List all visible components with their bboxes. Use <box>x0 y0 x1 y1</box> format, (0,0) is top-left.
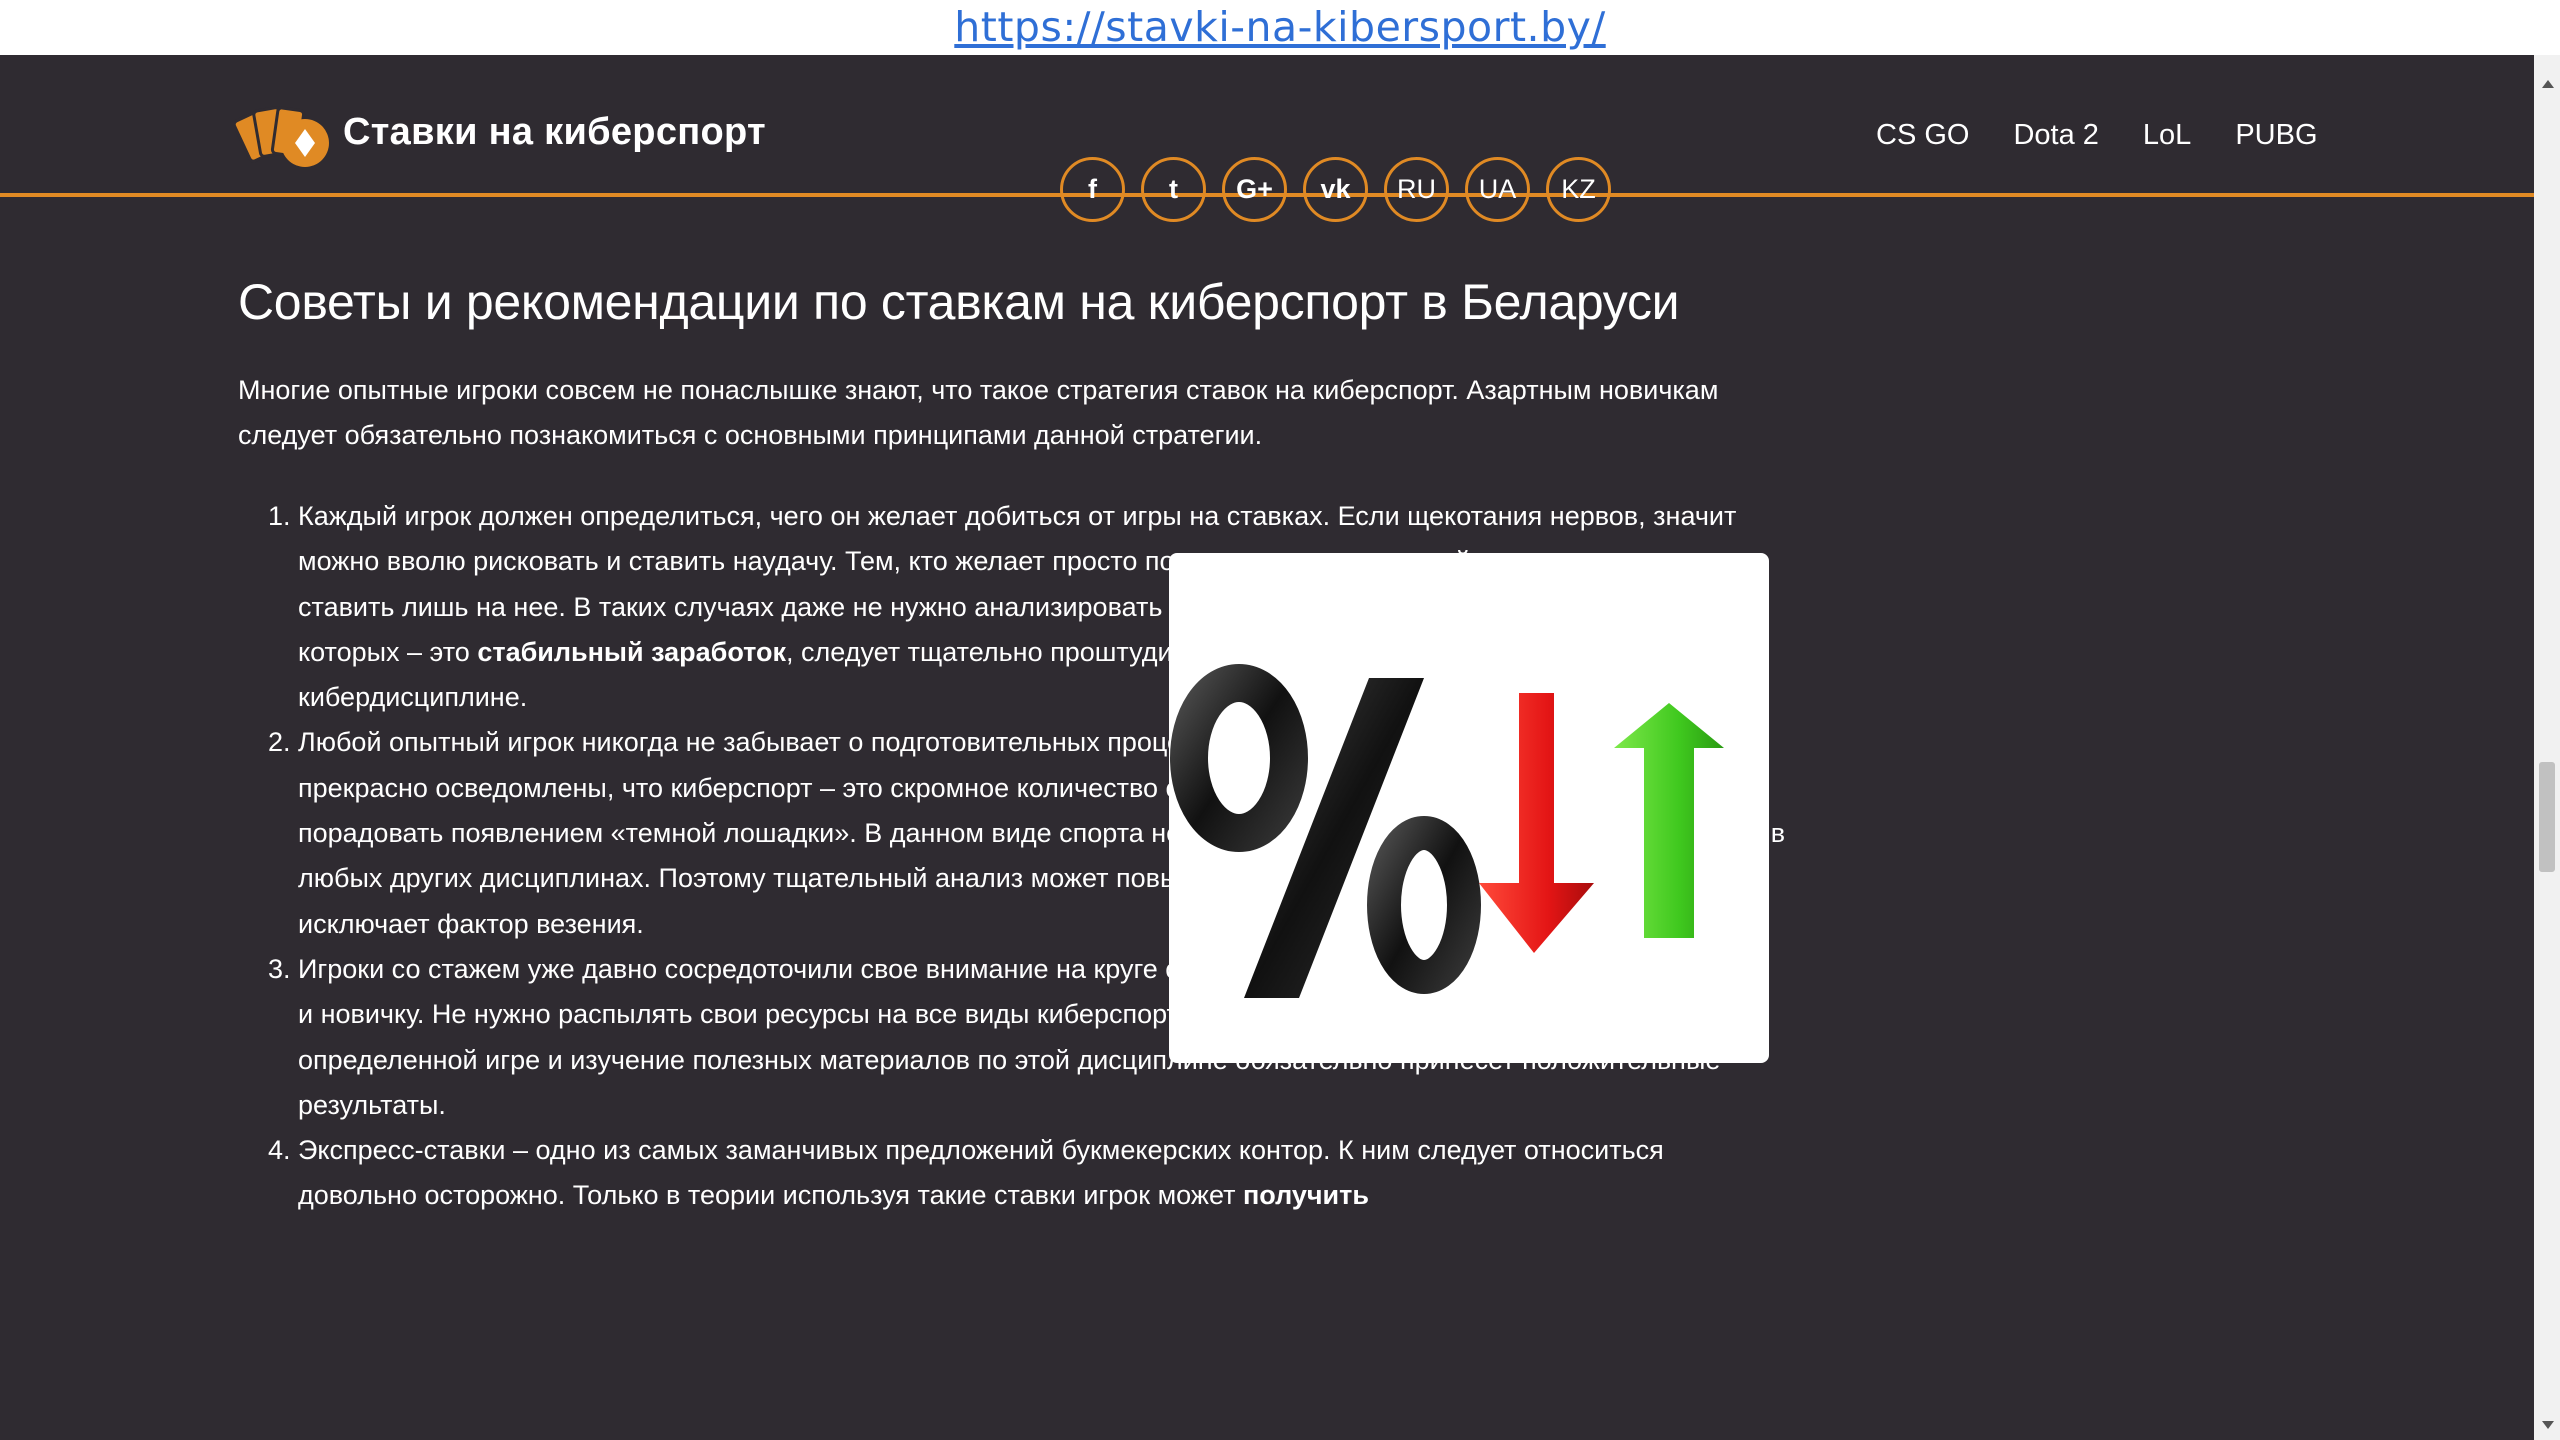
vk-icon[interactable]: vk <box>1303 157 1368 222</box>
language-ru[interactable]: RU <box>1384 157 1449 222</box>
article-intro: Многие опытные игроки совсем не понаслыш… <box>238 375 1719 450</box>
scroll-thumb[interactable] <box>2539 762 2555 872</box>
page-scrollbar[interactable] <box>2534 55 2560 1440</box>
language-ua[interactable]: UA <box>1465 157 1530 222</box>
browser-viewport: Советы и рекомендации по ставкам на кибе… <box>0 55 2534 1440</box>
article-heading: Советы и рекомендации по ставкам на кибе… <box>238 274 1680 330</box>
google-plus-icon[interactable]: G+ <box>1222 157 1287 222</box>
article: Советы и рекомендации по ставкам на кибе… <box>238 273 1785 1219</box>
cards-logo-icon[interactable] <box>235 105 329 169</box>
nav-item-lol[interactable]: LoL <box>2143 119 2191 152</box>
site-name[interactable]: Ставки на киберспорт <box>343 111 766 154</box>
twitter-icon[interactable]: t <box>1141 157 1206 222</box>
nav-item-cs-go[interactable]: CS GO <box>1876 119 1969 152</box>
nav-item-dota-2[interactable]: Dota 2 <box>2013 119 2098 152</box>
facebook-icon[interactable]: f <box>1060 157 1125 222</box>
main-nav: CS GO Dota 2 LoL PUBG <box>1876 119 2362 152</box>
site-url-link[interactable]: https://stavki-na-kibersport.by/ <box>954 3 1605 51</box>
percent-arrows-image <box>1169 553 1769 1063</box>
url-banner: https://stavki-na-kibersport.by/ <box>0 0 2560 55</box>
scroll-down-arrow-icon[interactable] <box>2542 1421 2554 1429</box>
scroll-up-arrow-icon[interactable] <box>2542 80 2554 88</box>
list-item: Экспресс-ставки – одно из самых заманчив… <box>298 1128 1788 1219</box>
nav-item-pubg[interactable]: PUBG <box>2235 119 2317 152</box>
language-kz[interactable]: KZ <box>1546 157 1611 222</box>
site-header: Ставки на киберспорт f t G+ vk RU UA KZ … <box>0 55 2534 222</box>
social-links: f t G+ vk RU UA KZ <box>1060 157 1627 222</box>
